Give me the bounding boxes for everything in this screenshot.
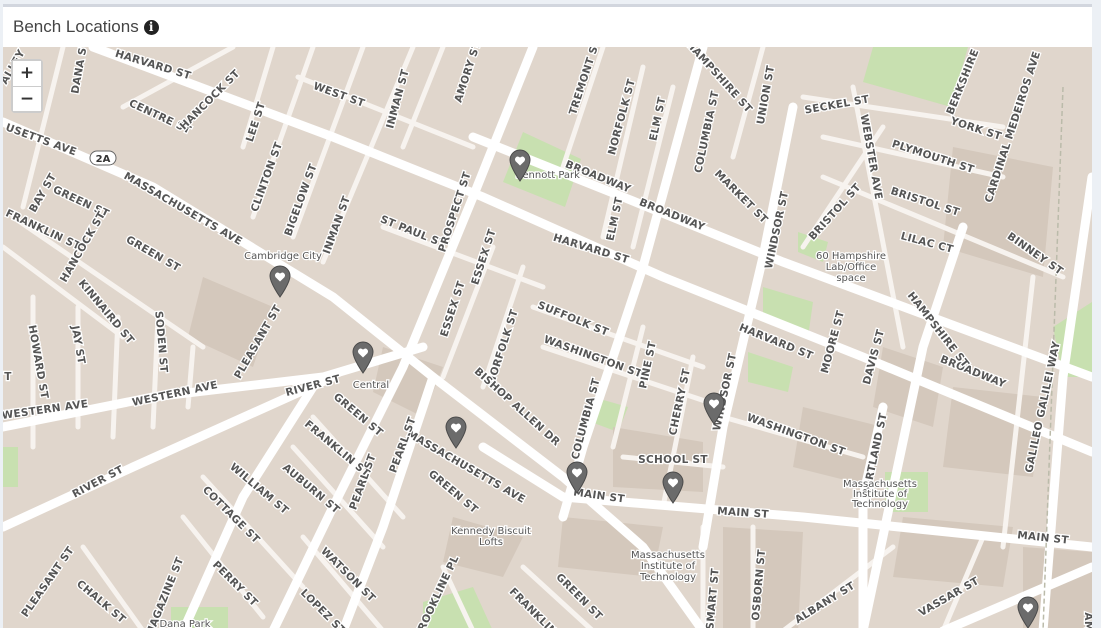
- street-label: HOWARD ST: [26, 324, 51, 400]
- place-label: Lab/Office: [826, 262, 877, 273]
- zoom-control: + −: [11, 59, 43, 113]
- zoom-out-button[interactable]: −: [13, 86, 41, 111]
- bench-marker[interactable]: [565, 460, 589, 494]
- heart-marker-icon: [509, 149, 531, 182]
- map-tiles: 2A HARVARD STHARVARD STHARVARD STDANA ST…: [3, 47, 1092, 628]
- bench-marker[interactable]: [661, 470, 685, 504]
- street-label: KINNAIRD ST: [76, 277, 137, 347]
- heart-marker-icon: [445, 416, 467, 449]
- street-label: BRISTOL ST: [807, 181, 864, 243]
- zoom-in-button[interactable]: +: [13, 61, 41, 86]
- street-label: ESSEX ST: [469, 227, 498, 286]
- street-label: MASSACHUSETTS AVE: [122, 170, 245, 248]
- street-label: SMART ST: [704, 567, 721, 628]
- place-label: Massachusetts: [631, 550, 705, 561]
- bench-marker[interactable]: [268, 264, 292, 298]
- street-label: LOPEZ ST: [298, 587, 348, 628]
- street-label: AM: [1082, 612, 1092, 628]
- heart-marker-icon: [269, 265, 291, 298]
- panel-header: Bench Locations i: [3, 7, 1092, 48]
- bench-marker[interactable]: [1016, 595, 1040, 628]
- bench-marker[interactable]: [508, 148, 532, 182]
- heart-marker-icon: [352, 341, 374, 374]
- place-label: Cambridge City: [244, 251, 322, 262]
- place-label: Technology: [851, 499, 908, 510]
- bench-marker[interactable]: [351, 340, 375, 374]
- info-circle-icon[interactable]: i: [143, 19, 159, 35]
- bench-marker[interactable]: [702, 391, 726, 425]
- street-label: FRANKLIN ST: [4, 207, 83, 252]
- route-2a-shield: 2A: [89, 150, 117, 166]
- street-label: CLINTON ST: [249, 140, 286, 214]
- street-label: MAIN ST: [717, 505, 770, 521]
- place-label: Institute of: [641, 561, 696, 572]
- place-label: Technology: [639, 572, 696, 583]
- street-label: INMAN ST: [321, 194, 353, 256]
- place-label: Dana Park: [159, 619, 210, 628]
- heart-marker-icon: [1017, 596, 1039, 628]
- street-label: ALBANY ST: [793, 580, 858, 627]
- street-label: HARVARD ST: [552, 232, 631, 267]
- heart-marker-icon: [662, 471, 684, 504]
- place-label: 60 Hampshire: [816, 251, 886, 262]
- street-label: COLUMBIA ST: [692, 89, 721, 174]
- street-label: PERRY ST: [210, 559, 260, 609]
- route-shield-label: 2A: [96, 154, 111, 165]
- street-label: SCHOOL ST: [638, 454, 708, 466]
- street-label: GREEN ST: [124, 234, 183, 275]
- bench-marker[interactable]: [444, 415, 468, 449]
- map-view[interactable]: 2A HARVARD ST HARVARD ST HARVARD ST DANA ST…: [3, 47, 1092, 628]
- street-label: BROADWAY: [938, 353, 1007, 390]
- street-label: BROADWAY: [637, 196, 706, 233]
- street-label: T: [4, 371, 12, 383]
- bench-locations-panel: Bench Locations i 2A HARVARD ST HARVARD …: [3, 4, 1092, 628]
- street-label: YORK ST: [948, 115, 1003, 143]
- panel-title: Bench Locations: [13, 17, 139, 36]
- heart-marker-icon: [566, 461, 588, 494]
- street-label: HARVARD ST: [114, 48, 193, 83]
- street-label: MARKET ST: [712, 168, 771, 227]
- place-label: Kennedy Biscuit: [451, 526, 531, 537]
- street-label: RIVER ST: [70, 463, 126, 500]
- street-label: CHERRY ST: [667, 367, 693, 436]
- street-label: DANA ST: [69, 47, 90, 95]
- street-label: AMORY ST: [452, 47, 483, 104]
- street-label: PLEASANT ST: [19, 544, 77, 619]
- place-label: space: [836, 273, 865, 284]
- heart-marker-icon: [703, 392, 725, 425]
- street-label: BIGELOW ST: [282, 162, 319, 238]
- street-label: COTTAGE ST: [200, 484, 262, 546]
- street-label: JAY ST: [69, 324, 88, 366]
- place-label: Lofts: [479, 537, 503, 548]
- place-label: Central: [353, 380, 389, 391]
